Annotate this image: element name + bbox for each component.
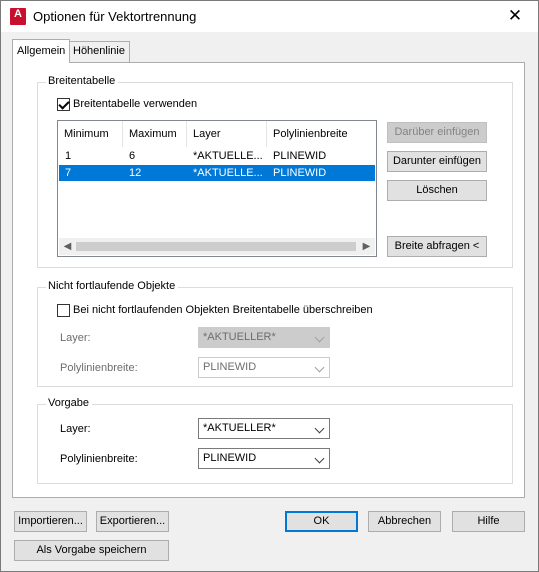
nf-width-label: Polylinienbreite: xyxy=(60,362,138,374)
cell-layer: *AKTUELLE... xyxy=(193,150,263,162)
help-button[interactable]: Hilfe xyxy=(452,511,525,532)
chevron-down-icon xyxy=(314,332,325,343)
width-table-header: Minimum Maximum Layer Polylinienbreite xyxy=(58,121,376,147)
nf-width-dropdown[interactable]: PLINEWID xyxy=(198,357,330,378)
dialog-window: A Optionen für Vektortrennung ✕ Allgemei… xyxy=(0,0,539,572)
import-button[interactable]: Importieren... xyxy=(14,511,87,532)
col-maximum[interactable]: Maximum xyxy=(123,121,187,147)
cell-minimum: 7 xyxy=(65,167,72,179)
tab-hoehenlinie[interactable]: Höhenlinie xyxy=(68,41,130,62)
width-table-list[interactable]: Minimum Maximum Layer Polylinienbreite 1… xyxy=(57,120,377,257)
cell-polylinienbreite: PLINEWID xyxy=(273,167,327,179)
cell-maximum: 12 xyxy=(129,167,142,179)
override-width-table-label: Bei nicht fortlaufenden Objekten Breiten… xyxy=(73,304,373,316)
chevron-down-icon xyxy=(314,423,325,434)
default-width-label: Polylinienbreite: xyxy=(60,453,138,465)
override-width-table-checkbox[interactable] xyxy=(57,304,70,317)
scroll-right-icon[interactable]: ▶ xyxy=(358,238,375,255)
table-row[interactable]: 1 6 *AKTUELLE... PLINEWID xyxy=(59,148,375,164)
export-button[interactable]: Exportieren... xyxy=(96,511,169,532)
group-vorgabe: Vorgabe xyxy=(37,397,513,484)
group-vorgabe-title: Vorgabe xyxy=(46,397,92,409)
insert-below-button[interactable]: Darunter einfügen xyxy=(387,151,487,172)
autocad-app-icon: A xyxy=(10,8,26,25)
ok-button[interactable]: OK xyxy=(285,511,358,532)
nf-width-value: PLINEWID xyxy=(203,361,257,373)
default-width-dropdown[interactable]: PLINEWID xyxy=(198,448,330,469)
default-layer-label: Layer: xyxy=(60,423,91,435)
col-layer[interactable]: Layer xyxy=(187,121,267,147)
chevron-down-icon xyxy=(314,453,325,464)
insert-above-button[interactable]: Darüber einfügen xyxy=(387,122,487,143)
chevron-down-icon xyxy=(314,362,325,373)
col-polylinienbreite[interactable]: Polylinienbreite xyxy=(267,121,376,147)
default-layer-dropdown[interactable]: *AKTUELLER* xyxy=(198,418,330,439)
cell-layer: *AKTUELLE... xyxy=(193,167,263,179)
horizontal-scrollbar[interactable]: ◀ ▶ xyxy=(59,238,375,255)
group-nicht-fortlaufend-title: Nicht fortlaufende Objekte xyxy=(46,280,179,292)
app-icon-letter: A xyxy=(14,8,22,20)
nf-layer-value: *AKTUELLER* xyxy=(203,331,276,343)
tab-allgemein[interactable]: Allgemein xyxy=(12,39,71,63)
cell-polylinienbreite: PLINEWID xyxy=(273,150,327,162)
cell-minimum: 1 xyxy=(65,150,72,162)
use-width-table-checkbox[interactable] xyxy=(57,98,70,111)
default-width-value: PLINEWID xyxy=(203,452,257,464)
nf-layer-dropdown[interactable]: *AKTUELLER* xyxy=(198,327,330,348)
cancel-button[interactable]: Abbrechen xyxy=(368,511,441,532)
window-title: Optionen für Vektortrennung xyxy=(33,9,197,24)
scroll-thumb[interactable] xyxy=(76,242,356,251)
use-width-table-label: Breitentabelle verwenden xyxy=(73,98,198,110)
delete-button[interactable]: Löschen xyxy=(387,180,487,201)
app-icon-subline xyxy=(10,21,26,24)
scroll-left-icon[interactable]: ◀ xyxy=(59,238,76,255)
title-bar: A Optionen für Vektortrennung ✕ xyxy=(1,1,538,32)
cell-maximum: 6 xyxy=(129,150,136,162)
default-layer-value: *AKTUELLER* xyxy=(203,422,276,434)
table-row-selected[interactable]: 7 12 *AKTUELLE... PLINEWID xyxy=(59,165,375,181)
nf-layer-label: Layer: xyxy=(60,332,91,344)
query-width-button[interactable]: Breite abfragen < xyxy=(387,236,487,257)
save-as-default-button[interactable]: Als Vorgabe speichern xyxy=(14,540,169,561)
close-icon[interactable]: ✕ xyxy=(498,1,532,31)
col-minimum[interactable]: Minimum xyxy=(58,121,123,147)
group-breitentabelle-title: Breitentabelle xyxy=(46,75,119,87)
